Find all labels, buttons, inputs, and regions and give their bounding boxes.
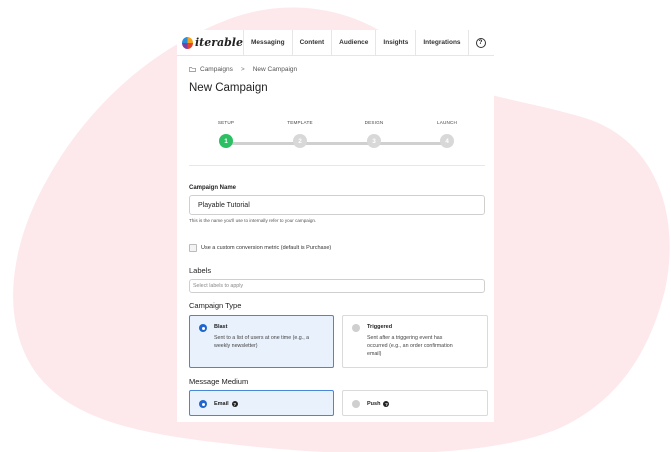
blast-title: Blast [214, 324, 228, 330]
description-line: Sent after a triggering event has [367, 335, 443, 341]
question-icon[interactable]: ? [231, 401, 238, 407]
labels-input[interactable]: Select labels to apply [189, 279, 485, 293]
campaign-name-input[interactable]: Playable Tutorial [189, 195, 485, 215]
campaign-type-blast[interactable]: Blast Sent to a list of users at one tim… [189, 315, 334, 368]
conversion-metric-row: Use a custom conversion metric (default … [189, 244, 331, 252]
push-radio[interactable] [352, 400, 360, 408]
logo[interactable]: iterable [177, 30, 243, 55]
medium-push[interactable]: Push ? [342, 390, 488, 416]
question-icon[interactable]: ? [383, 401, 390, 407]
breadcrumb-current: New Campaign [252, 66, 298, 73]
push-label: Push [367, 401, 381, 407]
step-dot: 4 [440, 134, 454, 148]
triggered-radio[interactable] [352, 324, 360, 332]
help-icon: ? [475, 37, 486, 48]
step-launch[interactable]: LAUNCH 4 [427, 120, 467, 148]
message-medium-heading: Message Medium [189, 377, 249, 386]
step-dot: 3 [367, 134, 381, 148]
step-dot: 1 [219, 134, 233, 148]
nav-content[interactable]: Content [291, 30, 332, 55]
page-title: New Campaign [189, 82, 268, 94]
breadcrumb: Campaigns > New Campaign [189, 66, 297, 73]
step-design[interactable]: DESIGN 3 [354, 120, 394, 148]
step-label: DESIGN [364, 120, 384, 125]
description-line: email) [367, 351, 382, 358]
blast-description: Sent to a list of users at one time (e.g… [214, 334, 309, 350]
conversion-metric-label: Use a custom conversion metric (default … [201, 245, 332, 251]
push-title: Push ? [367, 401, 390, 407]
breadcrumb-campaigns-link[interactable]: Campaigns [200, 66, 233, 73]
step-label: LAUNCH [436, 120, 458, 125]
campaign-type-triggered[interactable]: Triggered Sent after a triggering event … [342, 315, 488, 368]
nav-integrations[interactable]: Integrations [415, 30, 467, 55]
email-label: Email [214, 401, 229, 407]
conversion-metric-checkbox[interactable] [189, 244, 197, 252]
description-line: Sent to a list of users at one time (e.g… [214, 335, 310, 341]
nav-audience[interactable]: Audience [331, 30, 375, 55]
step-setup[interactable]: SETUP 1 [206, 120, 246, 148]
campaign-type-heading: Campaign Type [189, 301, 242, 310]
nav-messaging[interactable]: Messaging [243, 30, 292, 55]
description-line: weekly newsletter) [214, 343, 258, 350]
campaign-name-label: Campaign Name [189, 185, 237, 191]
email-radio[interactable] [199, 400, 207, 408]
breadcrumb-separator: > [240, 66, 245, 73]
step-label: SETUP [217, 120, 235, 125]
progress-stepper: SETUP 1 TEMPLATE 2 DESIGN 3 LAUNCH 4 [189, 106, 485, 166]
step-template[interactable]: TEMPLATE 2 [280, 120, 320, 148]
description-line: occurred (e.g., an order confirmation [367, 343, 453, 350]
top-nav: iterable Messaging Content Audience Insi… [177, 30, 494, 56]
medium-email[interactable]: Email ? [189, 390, 334, 416]
triggered-title: Triggered [367, 324, 393, 330]
help-button[interactable]: ? [467, 30, 493, 55]
email-title: Email ? [214, 401, 238, 407]
step-label: TEMPLATE [287, 120, 313, 125]
folder-icon [189, 67, 196, 72]
triggered-description: Sent after a triggering event has occurr… [367, 334, 453, 359]
nav-insights[interactable]: Insights [375, 30, 415, 55]
campaign-setup-panel: iterable Messaging Content Audience Insi… [177, 30, 494, 422]
stepper-track [226, 142, 447, 145]
iterable-logo-icon [182, 36, 193, 49]
step-dot: 2 [293, 134, 307, 148]
labels-heading: Labels [189, 266, 212, 275]
logo-text: iterable [194, 36, 243, 49]
campaign-name-help: This is the name you'll use to internall… [189, 218, 317, 223]
blast-radio[interactable] [199, 324, 207, 332]
